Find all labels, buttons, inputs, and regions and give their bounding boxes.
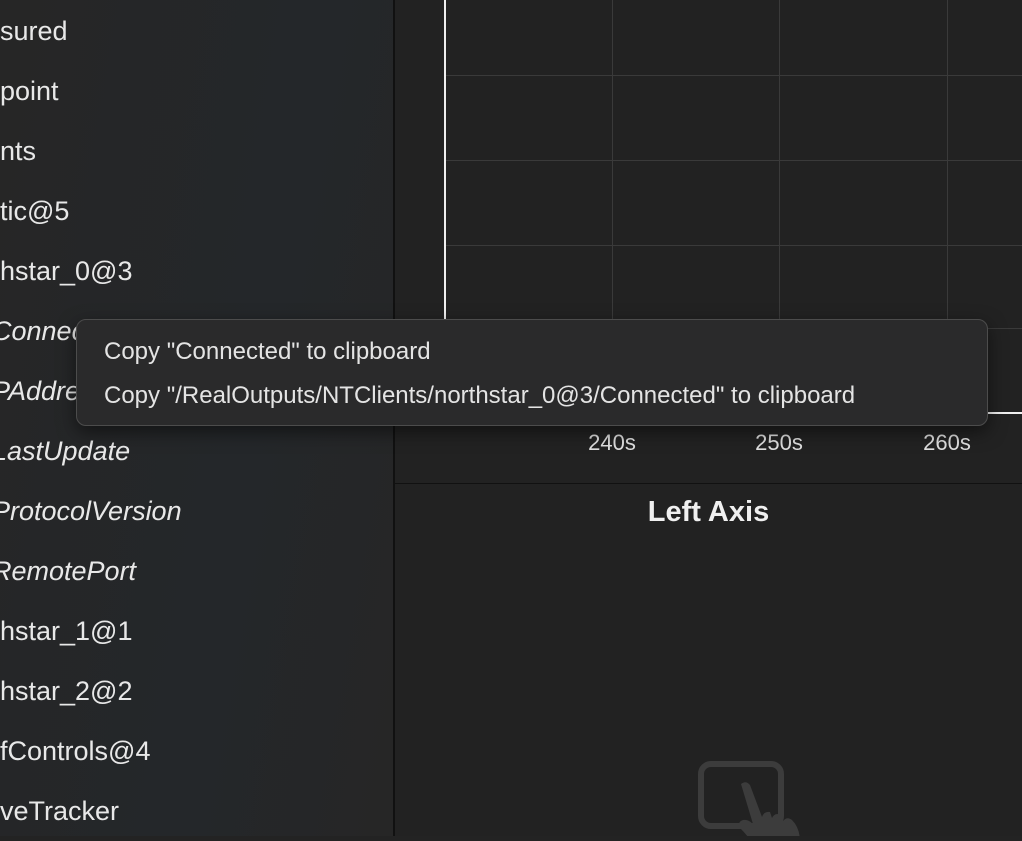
x-tick-label: 240s <box>588 430 636 455</box>
tree-item[interactable]: hstar_0@3 <box>0 251 132 291</box>
menu-item-copy-path[interactable]: Copy "/RealOutputs/NTClients/northstar_0… <box>104 382 855 410</box>
pane-divider[interactable] <box>395 483 1022 484</box>
grid-line <box>445 75 1022 76</box>
x-tick-label: 260s <box>923 430 971 455</box>
tree-item[interactable]: tic@5 <box>0 191 69 231</box>
tree-item[interactable]: ProtocolVersion <box>0 491 182 531</box>
grid-line <box>445 245 1022 246</box>
tree-item[interactable]: point <box>0 71 59 111</box>
x-tick-label: 250s <box>755 430 803 455</box>
tree-item[interactable]: sured <box>0 11 68 51</box>
context-menu: Copy "Connected" to clipboard Copy "/Rea… <box>76 319 988 426</box>
left-axis-title: Left Axis <box>647 496 770 528</box>
tree-item[interactable]: RemotePort <box>0 551 136 591</box>
grid-line <box>445 160 1022 161</box>
tree-item[interactable]: veTracker <box>0 791 119 831</box>
hand-tap-trackpad-icon <box>697 760 809 841</box>
tree-item[interactable]: hstar_1@1 <box>0 611 132 651</box>
tree-item[interactable]: nts <box>0 131 36 171</box>
menu-item-copy-value[interactable]: Copy "Connected" to clipboard <box>104 338 431 366</box>
tree-item[interactable]: fControls@4 <box>0 731 150 771</box>
tree-item[interactable]: LastUpdate <box>0 431 130 471</box>
tree-item[interactable]: hstar_2@2 <box>0 671 132 711</box>
